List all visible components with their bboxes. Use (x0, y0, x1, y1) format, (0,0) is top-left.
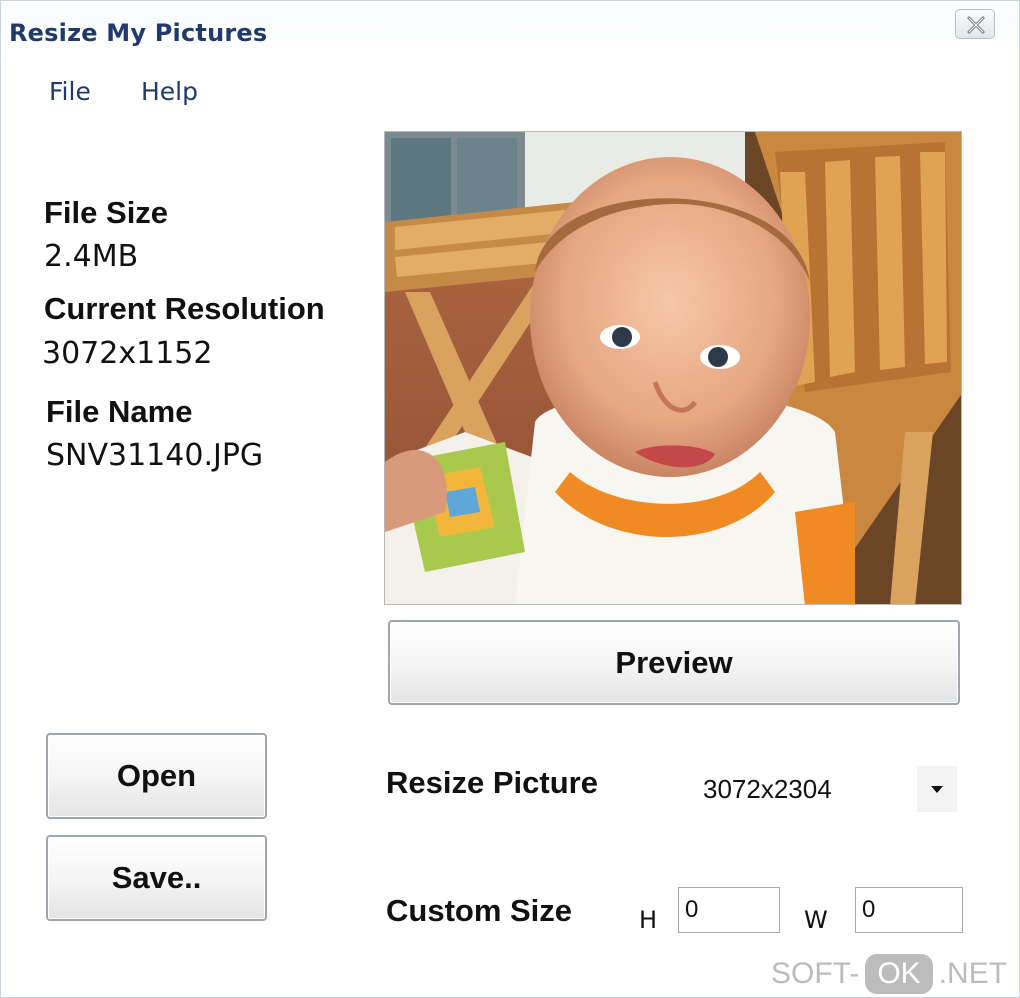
watermark-right: .NET (938, 957, 1008, 990)
resize-picture-label: Resize Picture (386, 765, 598, 800)
custom-size-label: Custom Size (386, 893, 573, 928)
watermark-left: SOFT- (771, 957, 860, 990)
picture-preview (384, 131, 962, 605)
resolution-label: Current Resolution (44, 291, 325, 326)
watermark-badge: OK (865, 954, 933, 994)
photo-image (385, 132, 961, 604)
app-window: Resize My Pictures File Help File Size 2… (0, 0, 1020, 998)
title-bar: Resize My Pictures (1, 1, 1019, 63)
resize-dropdown-button[interactable] (917, 766, 957, 812)
close-button[interactable] (955, 9, 995, 39)
preview-button[interactable]: Preview (388, 620, 960, 705)
width-label: W (804, 906, 828, 934)
file-name-value: SNV31140.JPG (46, 438, 264, 473)
height-input[interactable]: 0 (678, 887, 780, 933)
menu-bar: File Help (1, 71, 401, 111)
file-name-label: File Name (46, 394, 193, 429)
open-button[interactable]: Open (46, 733, 267, 819)
height-label: H (639, 906, 658, 934)
close-icon (967, 16, 985, 34)
resize-select-value[interactable]: 3072x2304 (703, 774, 832, 805)
watermark: SOFT- OK .NET (771, 954, 1007, 994)
width-input[interactable]: 0 (855, 887, 963, 933)
resolution-value: 3072x1152 (42, 336, 213, 371)
window-title: Resize My Pictures (9, 19, 268, 47)
file-size-label: File Size (44, 195, 169, 230)
menu-help[interactable]: Help (141, 77, 198, 106)
file-size-value: 2.4MB (44, 239, 139, 274)
menu-file[interactable]: File (49, 77, 91, 106)
save-button[interactable]: Save.. (46, 835, 267, 921)
chevron-down-icon (931, 786, 943, 793)
